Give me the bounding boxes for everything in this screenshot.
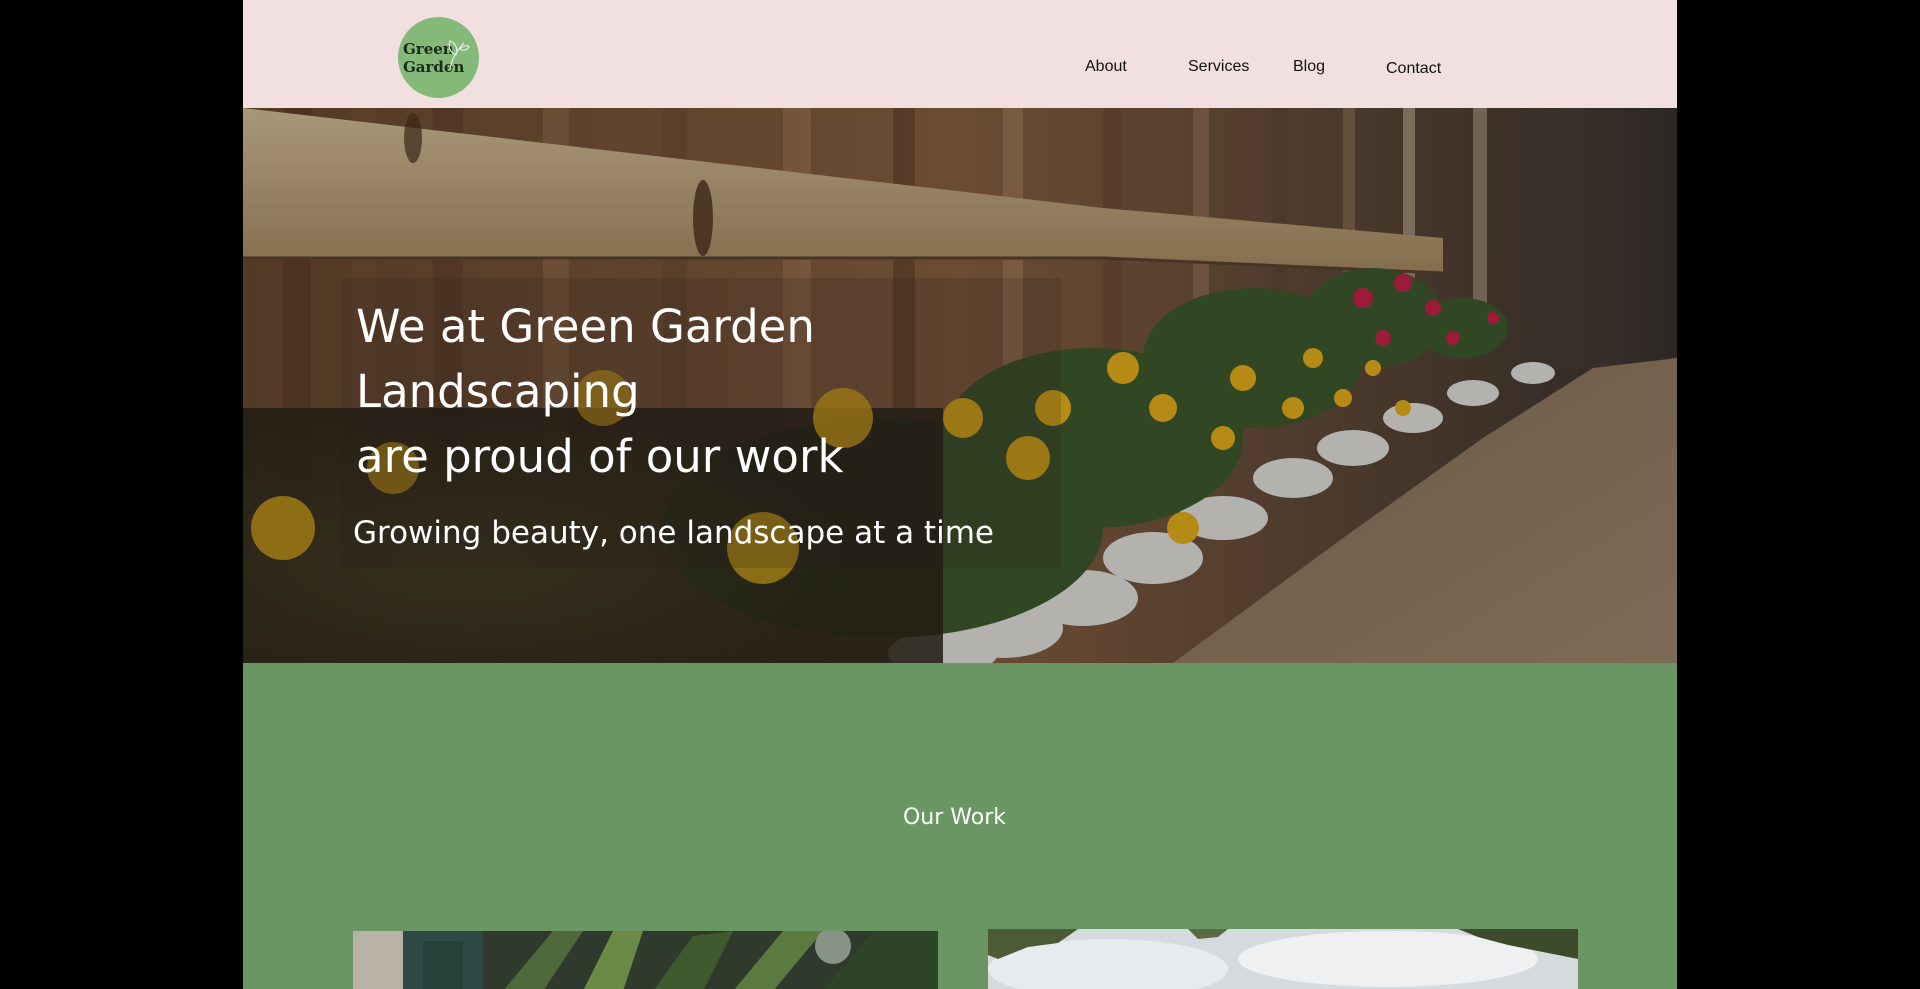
our-work-section: Our Work (243, 663, 1677, 989)
hero-title-line: We at Green Garden (356, 300, 815, 353)
page: Green Garden About Services Blog Contact (243, 0, 1677, 989)
work-photo (353, 931, 938, 989)
site-header: Green Garden About Services Blog Contact (243, 0, 1677, 108)
work-image-trees[interactable] (988, 929, 1578, 989)
leaf-icon (448, 40, 470, 70)
hero-title-line: are proud of our work (356, 430, 844, 483)
nav-about[interactable]: About (1085, 58, 1127, 76)
section-title: Our Work (902, 805, 1006, 830)
nav-contact[interactable]: Contact (1386, 60, 1441, 78)
hero-banner: We at Green Garden Landscaping are proud… (243, 108, 1677, 663)
work-photo (988, 929, 1578, 989)
nav-services[interactable]: Services (1188, 58, 1249, 76)
work-image-tropical[interactable] (353, 931, 938, 989)
hero-title-line: Landscaping (356, 365, 640, 418)
hero-subtitle: Growing beauty, one landscape at a time (353, 515, 994, 551)
logo[interactable]: Green Garden (398, 17, 479, 98)
nav-blog[interactable]: Blog (1293, 58, 1325, 76)
hero-title: We at Green Garden Landscaping are proud… (356, 294, 1056, 489)
